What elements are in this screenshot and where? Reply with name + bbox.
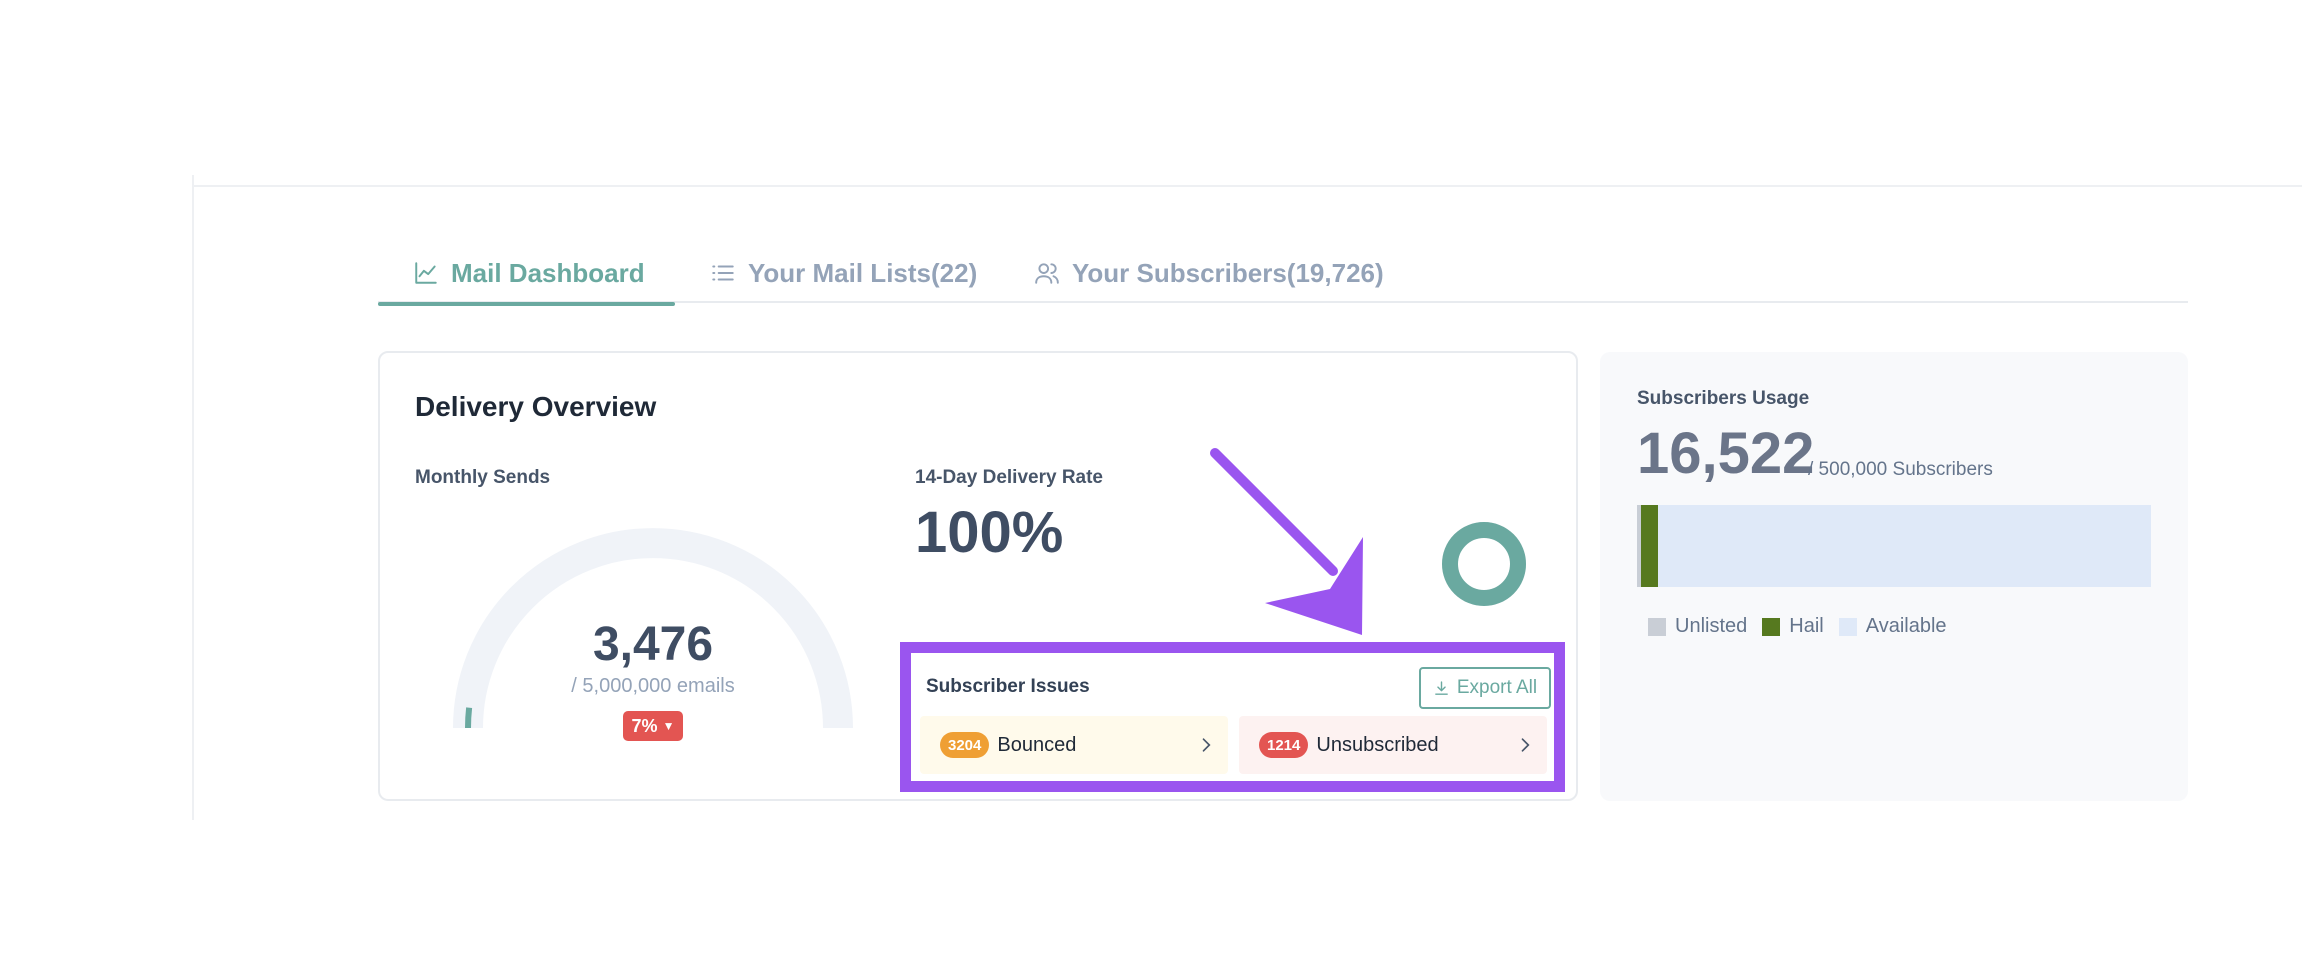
usage-title: Subscribers Usage — [1637, 388, 1810, 409]
tab-label: Your Subscribers(19,726) — [1072, 257, 1384, 288]
gauge-fill — [465, 707, 473, 729]
subscriber-issues-panel: Subscriber Issues Export All 3204 Bounce… — [900, 642, 1565, 792]
frame-divider-horizontal — [194, 185, 2302, 187]
tab-subscribers[interactable]: Your Subscribers(19,726) — [1034, 243, 1384, 303]
tab-bar: Mail Dashboard Your Mail Lists(22) Your … — [378, 243, 2188, 306]
change-badge: 7% ▼ — [623, 711, 683, 741]
tab-label: Your Mail Lists(22) — [748, 257, 978, 288]
chevron-right-icon — [1521, 738, 1530, 752]
card-title: Delivery Overview — [415, 391, 657, 422]
delivery-rate-value: 100% — [915, 500, 1064, 565]
usage-bar-hail — [1641, 505, 1659, 587]
issue-bounced[interactable]: 3204 Bounced — [920, 716, 1228, 774]
download-icon — [1434, 680, 1448, 695]
delivery-rate-label: 14-Day Delivery Rate — [915, 467, 1103, 488]
subscribers-usage-card: Subscribers Usage 16,522 / 500,000 Subsc… — [1600, 352, 2188, 801]
monthly-sends-label: Monthly Sends — [415, 467, 551, 488]
unsubscribed-label: Unsubscribed — [1316, 733, 1439, 756]
legend-item-available: Available — [1838, 615, 1947, 638]
usage-legend: Unlisted Hail Available — [1648, 615, 1962, 638]
chart-line-icon — [415, 262, 437, 284]
caret-down-icon: ▼ — [662, 719, 675, 733]
delivery-rate-ring — [1442, 522, 1526, 606]
usage-bar — [1637, 505, 2151, 587]
list-icon — [712, 265, 734, 281]
tab-label: Mail Dashboard — [451, 257, 645, 288]
legend-swatch-unlisted — [1648, 617, 1666, 636]
ring-fill — [1442, 522, 1526, 606]
unsubscribed-count-badge: 1214 — [1259, 732, 1309, 758]
export-all-label: Export All — [1456, 677, 1538, 698]
issue-unsubscribed[interactable]: 1214 Unsubscribed — [1239, 716, 1547, 774]
chevron-right-icon — [1202, 738, 1211, 752]
monthly-sends-limit: / 5,000,000 emails — [571, 675, 735, 697]
legend-swatch-hail — [1762, 617, 1781, 636]
dashboard-page: Mail Dashboard Your Mail Lists(22) Your … — [0, 0, 2302, 954]
legend-label: Available — [1865, 615, 1947, 637]
export-all-button[interactable]: Export All — [1419, 667, 1551, 709]
legend-label: Unlisted — [1675, 615, 1748, 637]
legend-swatch-available — [1838, 617, 1857, 636]
usage-limit: / 500,000 Subscribers — [1808, 459, 1993, 480]
legend-item-hail: Hail — [1762, 615, 1824, 638]
legend-label: Hail — [1789, 615, 1824, 637]
pointer-arrow-icon — [1210, 448, 1363, 635]
legend-item-unlisted: Unlisted — [1648, 615, 1747, 638]
bounced-count-badge: 3204 — [940, 732, 990, 758]
users-icon — [1035, 263, 1059, 284]
frame-divider-vertical — [192, 175, 194, 820]
monthly-sends-value: 3,476 — [592, 618, 714, 671]
tab-mail-dashboard[interactable]: Mail Dashboard — [378, 243, 675, 306]
change-badge-value: 7% — [631, 715, 658, 736]
usage-value: 16,522 — [1637, 421, 1815, 486]
issues-title: Subscriber Issues — [926, 676, 1090, 697]
tab-mail-lists[interactable]: Your Mail Lists(22) — [710, 243, 977, 303]
bounced-label: Bounced — [997, 733, 1077, 756]
